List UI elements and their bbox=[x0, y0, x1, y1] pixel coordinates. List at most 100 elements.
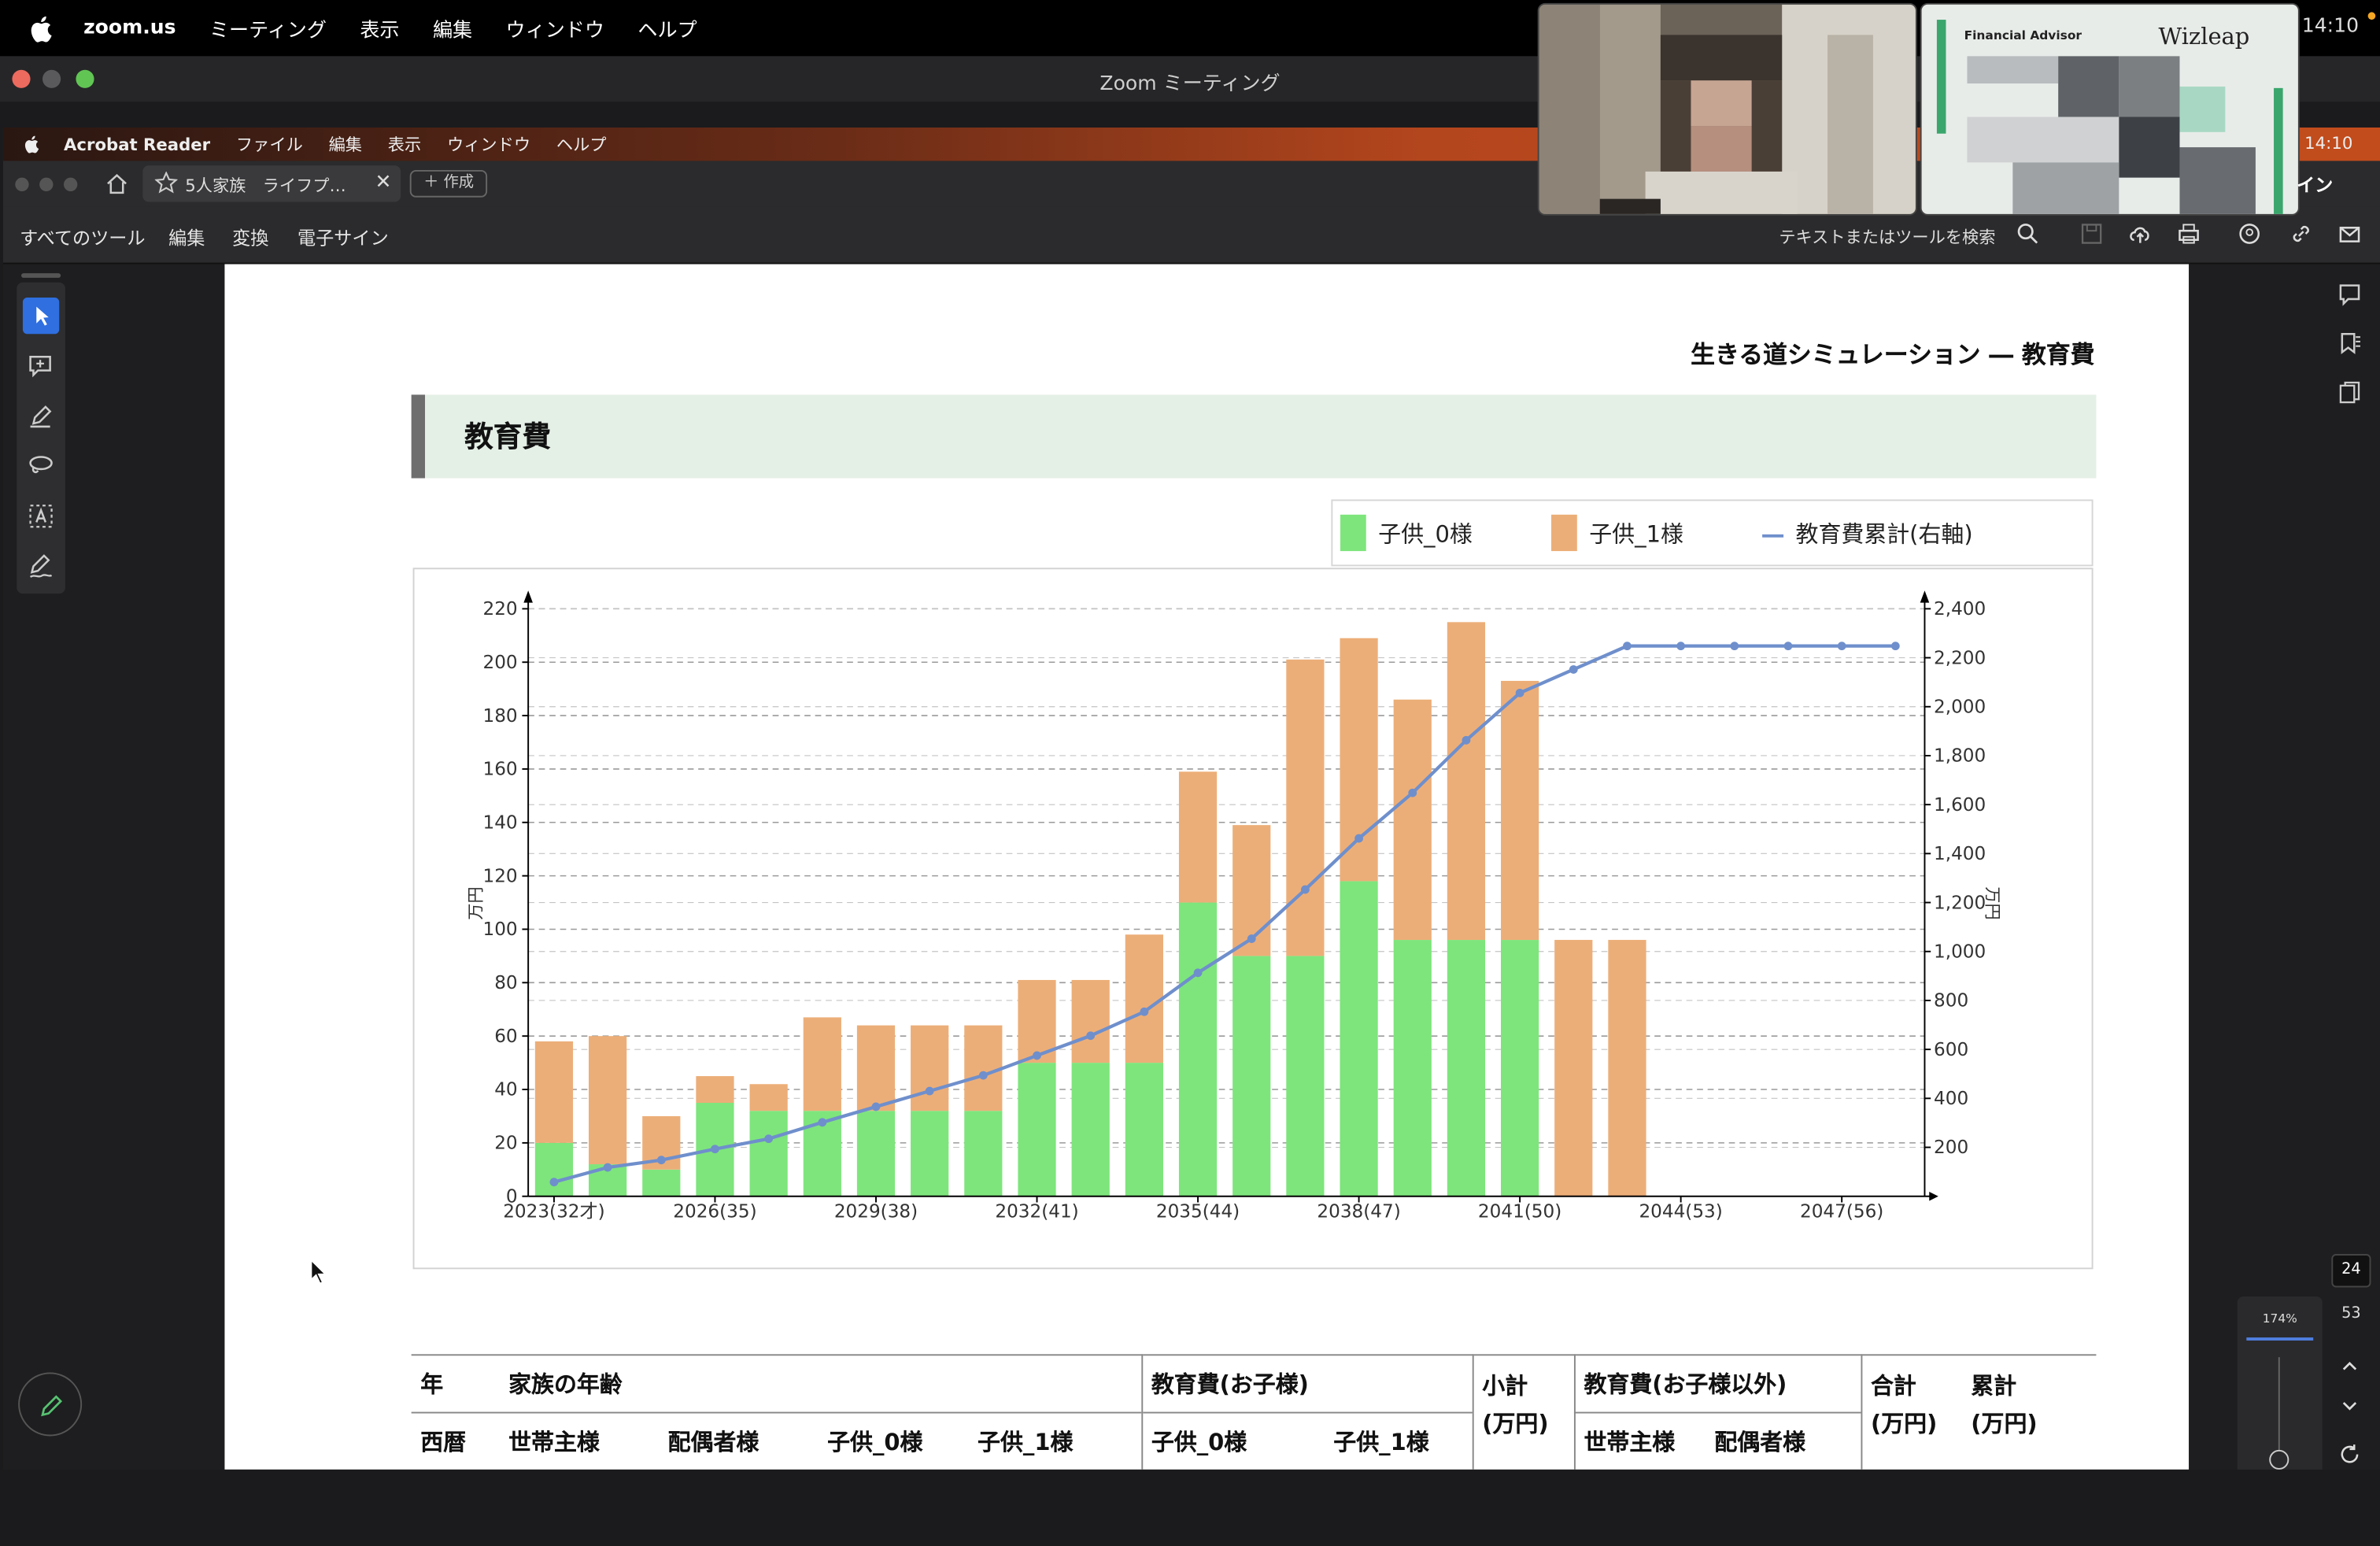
bar-child1 bbox=[803, 1017, 841, 1111]
close-window-button[interactable] bbox=[12, 69, 31, 88]
bar-child1 bbox=[1286, 659, 1325, 956]
legend-swatch-child0 bbox=[1340, 513, 1366, 551]
legend-item-cumulative: 教育費累計(右軸) bbox=[1762, 518, 1973, 550]
shared-screen: Acrobat Reader ファイル 編集 表示 ウィンドウ ヘルプ 14:1… bbox=[2, 128, 2380, 1470]
zoom-app-menu[interactable]: zoom.us bbox=[83, 17, 176, 39]
document-header: 生きる道シミュレーション ― 教育費 bbox=[1691, 340, 2095, 369]
header-child0: 子供_0様 bbox=[827, 1429, 923, 1457]
menu-window[interactable]: ウィンドウ bbox=[506, 13, 604, 43]
participant-brand-logo: Wizleap bbox=[2158, 22, 2250, 50]
participant-video-1[interactable] bbox=[1537, 2, 1917, 216]
annotation-toolbar bbox=[17, 282, 65, 594]
bar-child0 bbox=[1447, 940, 1486, 1196]
header-other-head: 世帯主様 bbox=[1584, 1429, 1676, 1457]
participant-video-2[interactable]: Financial Advisor Wizleap bbox=[1920, 2, 2300, 216]
header-edu-kids: 教育費(お子様) bbox=[1141, 1354, 1473, 1413]
pdf-page: 生きる道シミュレーション ― 教育費 教育費 子供_0様 子供_1様 教育費累計… bbox=[224, 264, 2190, 1470]
y-tick-label-right: 2,000 bbox=[1934, 697, 1986, 717]
menu-meeting[interactable]: ミーティング bbox=[209, 13, 327, 43]
menu-edit[interactable]: 編集 bbox=[433, 13, 472, 43]
point-cumulative bbox=[925, 1086, 934, 1096]
lasso-icon bbox=[29, 456, 53, 474]
bar-child1 bbox=[911, 1025, 949, 1111]
point-cumulative bbox=[1247, 934, 1256, 943]
header-year-ages: 年 家族の年齢 bbox=[411, 1354, 1143, 1413]
table-header-row-2: 西暦 世帯主様 配偶者様 子供_0様 子供_1様 子供_0様 子供_1様 世帯主様 配偶者様 bbox=[411, 1411, 2097, 1470]
edit-pencil-button bbox=[18, 1372, 83, 1437]
header-total: 合計 bbox=[1870, 1372, 1916, 1400]
comment-plus-icon bbox=[29, 355, 51, 378]
bar-child0 bbox=[534, 1142, 574, 1196]
legend-item-child1: 子供_1様 bbox=[1551, 513, 1683, 551]
fullscreen-window-button[interactable] bbox=[76, 69, 94, 88]
cost-table: 年 家族の年齢 教育費(お子様) 小計 (万円) 教育費(お子様以外) 合計 累計 … bbox=[411, 1354, 2097, 1470]
header-subtotal: 小計 (万円) bbox=[1472, 1354, 1575, 1470]
y-axis-left-arrow bbox=[523, 590, 533, 603]
select-tool bbox=[22, 298, 60, 335]
point-cumulative bbox=[1569, 665, 1578, 674]
search-field: テキストまたはツールを検索 bbox=[1779, 227, 1996, 248]
point-cumulative bbox=[603, 1163, 612, 1172]
apple-icon[interactable] bbox=[31, 14, 55, 42]
bar-child0 bbox=[1393, 940, 1432, 1196]
pen-icon bbox=[30, 405, 52, 428]
y-tick-label-left: 220 bbox=[483, 599, 518, 620]
point-cumulative bbox=[1730, 642, 1739, 651]
apple-icon bbox=[24, 135, 39, 153]
point-cumulative bbox=[764, 1134, 774, 1144]
legend-label-child0: 子供_0様 bbox=[1378, 520, 1473, 549]
point-cumulative bbox=[549, 1178, 559, 1187]
y-tick-label-right: 1,400 bbox=[1934, 844, 1986, 864]
y-tick-label-left: 180 bbox=[483, 706, 518, 727]
acrobat-menu-edit: 編集 bbox=[328, 135, 363, 155]
y-tick-label-left: 160 bbox=[483, 760, 518, 780]
legend-line-cumulative bbox=[1762, 533, 1784, 537]
minimize-window-button[interactable] bbox=[42, 69, 61, 88]
point-cumulative bbox=[1301, 885, 1310, 894]
pointer-arrow-icon bbox=[36, 306, 49, 326]
bar-child1 bbox=[1125, 934, 1163, 1063]
section-title: 教育費 bbox=[464, 420, 552, 454]
participant-name: Financial Advisor bbox=[1964, 28, 2082, 43]
x-tick-label: 2023(32才) bbox=[503, 1202, 604, 1222]
highlight-tool bbox=[23, 398, 59, 434]
point-cumulative bbox=[1515, 688, 1524, 697]
legend-label-child1: 子供_1様 bbox=[1589, 520, 1683, 549]
legend-item-child0: 子供_0様 bbox=[1340, 513, 1473, 551]
zoom-level: 174% bbox=[2262, 1311, 2297, 1326]
header-cumulative-unit: (万円) bbox=[1971, 1410, 2038, 1438]
menu-help[interactable]: ヘルプ bbox=[638, 13, 697, 43]
point-cumulative bbox=[818, 1118, 827, 1127]
point-cumulative bbox=[656, 1156, 666, 1165]
bar-child1 bbox=[534, 1041, 574, 1143]
bar-child1 bbox=[1500, 680, 1539, 941]
y-tick-label-right: 2,400 bbox=[1934, 599, 1986, 620]
y-axis-title-right: 万円 bbox=[1983, 886, 2002, 919]
y-tick-label-right: 1,600 bbox=[1934, 795, 1986, 816]
close-icon: ✕ bbox=[375, 171, 392, 194]
bar-child0 bbox=[1286, 956, 1325, 1196]
mail-icon bbox=[2339, 227, 2360, 242]
y-axis-right-arrow bbox=[1920, 590, 1930, 603]
bar-child0 bbox=[964, 1111, 1003, 1196]
header-subtotal-unit: (万円) bbox=[1482, 1410, 1549, 1438]
point-cumulative bbox=[1837, 642, 1846, 651]
header-cumulative: 累計 bbox=[1971, 1372, 2017, 1400]
bar-child0 bbox=[1178, 902, 1218, 1196]
menu-view[interactable]: 表示 bbox=[360, 13, 399, 43]
comment-icon bbox=[2339, 284, 2360, 306]
header-row2-edu-kids: 子供_0様 子供_1様 bbox=[1141, 1411, 1473, 1470]
point-cumulative bbox=[1676, 642, 1686, 651]
acrobat-menu-view: 表示 bbox=[387, 135, 422, 155]
header-row2-ages: 西暦 世帯主様 配偶者様 子供_0様 子供_1様 bbox=[411, 1411, 1143, 1470]
legend-label-cumulative: 教育費累計(右軸) bbox=[1795, 520, 1973, 549]
chart-frame: 0 20 40 60 80 100 120 140 160 180 200 220 200 400 600 8… bbox=[412, 568, 2094, 1270]
point-cumulative bbox=[1783, 642, 1793, 651]
y-tick-label-left: 80 bbox=[494, 973, 517, 993]
y-tick-label-left: 60 bbox=[494, 1026, 517, 1047]
bar-child0 bbox=[1232, 956, 1271, 1196]
bar-child1 bbox=[1393, 699, 1432, 941]
acrobat-clock: 14:10 bbox=[2304, 133, 2353, 153]
esign-tool-button: 電子サイン bbox=[298, 227, 389, 250]
x-tick-label: 2044(53) bbox=[1639, 1202, 1722, 1222]
